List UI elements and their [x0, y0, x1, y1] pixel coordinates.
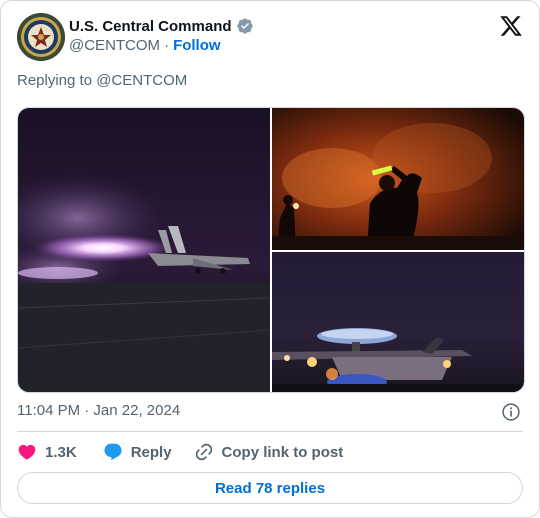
embedded-post-card: U.S. Central Command @CENTCOM · Follow R… — [0, 0, 540, 518]
deck-crew-signaling-photo[interactable] — [272, 108, 524, 250]
handle-separator: · — [164, 37, 170, 54]
jet-launch-photo[interactable] — [18, 108, 270, 392]
action-bar: 1.3K Reply Copy link to post — [17, 441, 343, 463]
author-name[interactable]: U.S. Central Command — [69, 18, 232, 35]
divider — [17, 431, 523, 432]
verified-badge-icon — [236, 18, 253, 34]
follow-link[interactable]: Follow — [173, 37, 221, 54]
heart-icon — [18, 444, 36, 460]
media-grid — [17, 107, 525, 393]
replying-to-text: Replying to @CENTCOM — [17, 72, 188, 89]
copy-link-label: Copy link to post — [221, 443, 344, 461]
link-icon — [195, 443, 212, 461]
author-name-row: U.S. Central Command — [69, 17, 254, 35]
reply-label: Reply — [130, 443, 172, 461]
author-handle[interactable]: @CENTCOM — [69, 37, 160, 54]
reply-button[interactable]: Reply — [103, 442, 172, 462]
avatar[interactable] — [17, 13, 65, 61]
post-timestamp[interactable]: 11:04 PM · Jan 22, 2024 — [17, 402, 180, 419]
centcom-seal-icon — [17, 13, 65, 61]
read-replies-button[interactable]: Read 78 replies — [17, 472, 523, 504]
copy-link-button[interactable]: Copy link to post — [194, 442, 344, 462]
e2-hawkeye-aircraft-photo[interactable] — [272, 252, 524, 392]
like-button[interactable]: 1.3K — [17, 442, 77, 462]
reply-bubble-icon — [104, 443, 122, 461]
x-logo-icon[interactable] — [499, 14, 523, 38]
like-count: 1.3K — [45, 443, 77, 461]
info-icon[interactable] — [501, 402, 521, 422]
author-handle-row: @CENTCOM · Follow — [69, 37, 221, 54]
